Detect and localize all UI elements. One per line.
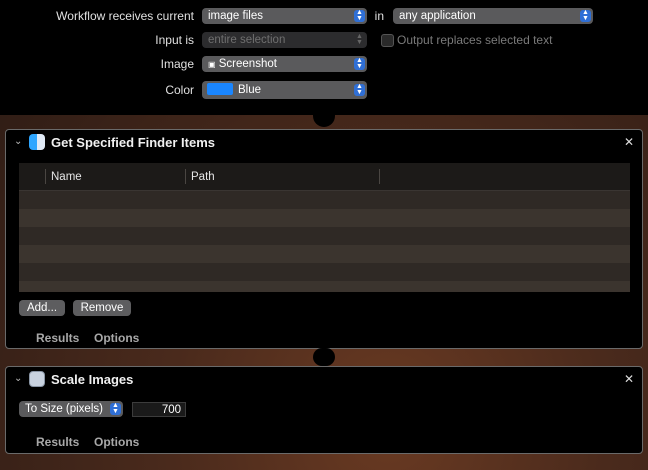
finder-items-table[interactable]: Name Path: [19, 163, 630, 292]
scale-images-action: ⌄ Scale Images ✕ To Size (pixels) ▲ ▼ 700…: [5, 366, 643, 454]
in-label: in: [374, 9, 384, 23]
table-row: [19, 245, 630, 263]
popup-arrows-icon: ▲ ▼: [354, 9, 365, 22]
output-replaces-label: Output replaces selected text: [397, 33, 553, 47]
disclosure-chevron-icon[interactable]: ⌄: [14, 136, 22, 147]
color-value: Blue: [238, 84, 262, 96]
image-popup[interactable]: ▣ Screenshot ▲ ▼: [202, 56, 367, 72]
input-type-popup[interactable]: image files ▲ ▼: [202, 8, 367, 24]
disclosure-chevron-icon[interactable]: ⌄: [14, 373, 22, 384]
size-field[interactable]: 700: [132, 402, 186, 417]
popup-arrows-icon: ▲ ▼: [354, 57, 365, 70]
get-finder-items-action: ⌄ Get Specified Finder Items ✕ Name Path…: [5, 129, 643, 349]
add-button[interactable]: Add...: [19, 300, 65, 316]
action-connector: [313, 348, 335, 366]
table-row: [19, 281, 630, 292]
image-value: Screenshot: [218, 58, 277, 70]
input-type-value: image files: [208, 10, 263, 22]
tab-results[interactable]: Results: [36, 435, 79, 449]
input-is-label: Input is: [155, 33, 194, 47]
column-header-path[interactable]: Path: [191, 171, 215, 183]
action-title: Scale Images: [51, 372, 134, 387]
table-header: Name Path: [19, 163, 630, 191]
application-popup[interactable]: any application ▲ ▼: [393, 8, 593, 24]
table-row: [19, 209, 630, 227]
table-row: [19, 191, 630, 209]
screenshot-icon: ▣: [208, 60, 216, 69]
table-row: [19, 227, 630, 245]
color-popup[interactable]: Blue ▲ ▼: [202, 81, 367, 99]
image-label: Image: [160, 57, 194, 71]
table-row: [19, 263, 630, 281]
action-connector: [313, 115, 335, 127]
column-separator: [45, 169, 46, 184]
tab-results[interactable]: Results: [36, 331, 79, 345]
input-is-popup[interactable]: entire selection ▲ ▼: [202, 32, 367, 48]
popup-arrows-icon: ▲ ▼: [354, 83, 365, 96]
input-is-value: entire selection: [208, 34, 286, 46]
application-value: any application: [399, 10, 476, 22]
color-label: Color: [165, 83, 194, 97]
close-icon[interactable]: ✕: [624, 372, 634, 386]
popup-arrows-icon: ▲ ▼: [580, 9, 591, 22]
output-replaces-checkbox[interactable]: [381, 34, 394, 47]
preview-icon: [29, 371, 45, 387]
popup-arrows-icon: ▲ ▼: [110, 402, 121, 415]
action-title: Get Specified Finder Items: [51, 135, 215, 150]
color-swatch: [207, 82, 233, 95]
column-separator: [185, 169, 186, 184]
finder-icon: [29, 134, 45, 150]
popup-arrows-icon: ▲ ▼: [356, 33, 363, 46]
scale-mode-popup[interactable]: To Size (pixels) ▲ ▼: [19, 401, 123, 417]
column-separator: [379, 169, 380, 184]
workflow-settings-bar: Workflow receives current image files ▲ ▼…: [0, 0, 648, 115]
workflow-receives-label: Workflow receives current: [56, 9, 194, 23]
scale-mode-value: To Size (pixels): [25, 403, 103, 415]
tab-options[interactable]: Options: [94, 331, 139, 345]
column-header-name[interactable]: Name: [51, 171, 82, 183]
remove-button[interactable]: Remove: [73, 300, 131, 316]
close-icon[interactable]: ✕: [624, 135, 634, 149]
tab-options[interactable]: Options: [94, 435, 139, 449]
